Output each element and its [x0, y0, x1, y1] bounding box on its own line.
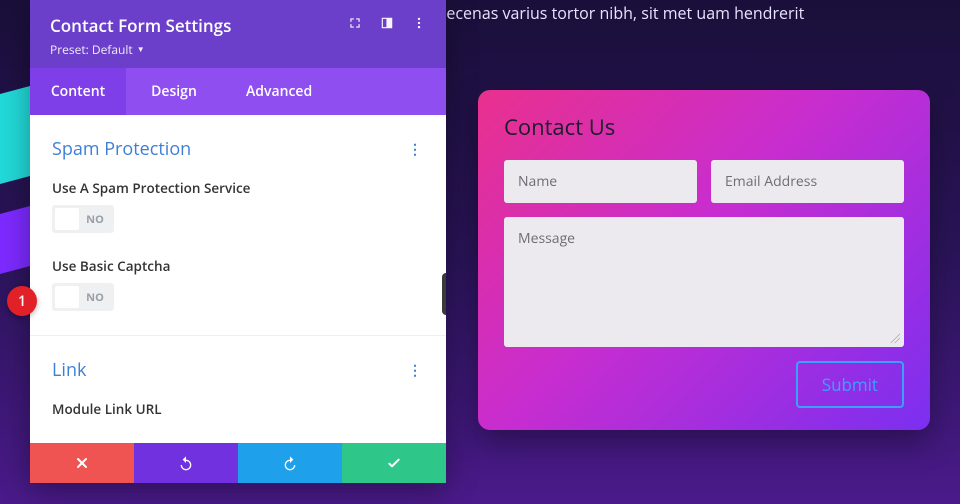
settings-panel: Contact Form Settings Preset: Default ▼ … [30, 0, 446, 483]
panel-header[interactable]: Contact Form Settings Preset: Default ▼ [30, 0, 446, 68]
redo-icon [282, 455, 298, 471]
undo-button[interactable] [134, 443, 238, 483]
form-title: Contact Us [504, 112, 904, 142]
toggle-state: NO [79, 290, 111, 305]
check-icon [386, 455, 402, 471]
toggle-knob [55, 286, 79, 308]
tab-design[interactable]: Design [126, 68, 222, 115]
redo-button[interactable] [238, 443, 342, 483]
submit-button[interactable]: Submit [796, 361, 904, 408]
email-field[interactable]: Email Address [711, 160, 904, 203]
section-spam-protection: Spam Protection ⋮ Use A Spam Protection … [30, 115, 446, 336]
toggle-knob [55, 208, 79, 230]
section-title: Spam Protection [52, 137, 191, 161]
option-spam-service: Use A Spam Protection Service NO [52, 179, 424, 235]
option-label: Use Basic Captcha [52, 257, 424, 275]
expand-icon[interactable] [348, 16, 362, 35]
panel-tabs: Content Design Advanced [30, 68, 446, 115]
tab-advanced[interactable]: Advanced [222, 68, 446, 115]
undo-icon [178, 455, 194, 471]
decorative-shape [0, 206, 30, 274]
preset-label: Preset: Default [50, 41, 133, 58]
contact-form-preview: Contact Us Name Email Address Message Su… [478, 90, 930, 430]
panel-footer [30, 443, 446, 483]
section-menu-icon[interactable]: ⋮ [408, 361, 424, 380]
preset-selector[interactable]: Preset: Default ▼ [50, 41, 231, 58]
decorative-shape [0, 86, 30, 184]
snap-icon[interactable] [380, 16, 394, 35]
option-module-link-url: Module Link URL [52, 400, 424, 418]
section-title: Link [52, 358, 86, 382]
name-field[interactable]: Name [504, 160, 697, 203]
section-menu-icon[interactable]: ⋮ [408, 140, 424, 159]
more-icon[interactable] [412, 16, 426, 35]
scrollbar-thumb[interactable] [442, 273, 446, 315]
save-button[interactable] [342, 443, 446, 483]
close-icon [74, 455, 90, 471]
tab-content[interactable]: Content [30, 68, 126, 115]
section-link: Link ⋮ Module Link URL [30, 336, 446, 443]
step-badge: 1 [7, 286, 37, 316]
toggle-spam-service[interactable]: NO [52, 205, 114, 233]
toggle-state: NO [79, 212, 111, 227]
option-label: Use A Spam Protection Service [52, 179, 424, 197]
option-label: Module Link URL [52, 400, 424, 418]
cancel-button[interactable] [30, 443, 134, 483]
panel-body: Spam Protection ⋮ Use A Spam Protection … [30, 115, 446, 443]
toggle-basic-captcha[interactable]: NO [52, 283, 114, 311]
panel-title: Contact Form Settings [50, 14, 231, 37]
option-basic-captcha: Use Basic Captcha NO [52, 257, 424, 313]
message-field[interactable]: Message [504, 217, 904, 347]
chevron-down-icon: ▼ [137, 44, 145, 55]
